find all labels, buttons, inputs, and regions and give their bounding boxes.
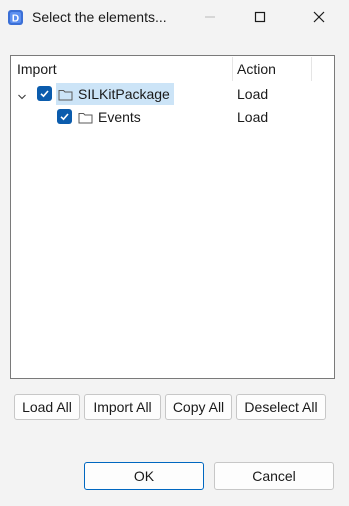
folder-icon — [78, 111, 93, 124]
maximize-button[interactable] — [238, 0, 282, 34]
close-icon — [313, 11, 325, 23]
tree-row[interactable]: SILKitPackage Load — [11, 83, 334, 105]
chevron-down-icon[interactable] — [17, 89, 27, 100]
title-bar: D Select the elements... — [0, 0, 349, 36]
checkmark-icon — [60, 113, 69, 121]
row-checkbox[interactable] — [37, 86, 52, 101]
row-action: Load — [237, 109, 269, 125]
row-checkbox[interactable] — [57, 109, 72, 124]
folder-icon — [58, 88, 73, 101]
ok-button[interactable]: OK — [84, 462, 204, 490]
elements-tree[interactable]: Import Action SILKitPackage Load Events … — [10, 55, 335, 379]
tree-header: Import Action — [11, 56, 334, 82]
load-all-button[interactable]: Load All — [14, 394, 80, 420]
column-divider[interactable] — [311, 57, 312, 81]
minimize-button[interactable] — [188, 0, 232, 34]
row-label: Events — [98, 109, 141, 125]
checkmark-icon — [40, 90, 49, 98]
svg-text:D: D — [12, 14, 19, 25]
maximize-icon — [254, 11, 266, 23]
app-icon: D — [7, 9, 24, 26]
cancel-button[interactable]: Cancel — [214, 462, 334, 490]
window-title: Select the elements... — [32, 9, 167, 25]
column-header-action[interactable]: Action — [237, 61, 276, 77]
minimize-icon — [205, 16, 215, 18]
column-divider[interactable] — [232, 57, 233, 81]
close-button[interactable] — [297, 0, 341, 34]
row-action: Load — [237, 86, 269, 102]
copy-all-button[interactable]: Copy All — [165, 394, 232, 420]
row-label: SILKitPackage — [78, 86, 170, 102]
column-header-import[interactable]: Import — [17, 61, 57, 77]
import-all-button[interactable]: Import All — [84, 394, 161, 420]
deselect-all-button[interactable]: Deselect All — [236, 394, 326, 420]
tree-row[interactable]: Events Load — [11, 106, 334, 128]
